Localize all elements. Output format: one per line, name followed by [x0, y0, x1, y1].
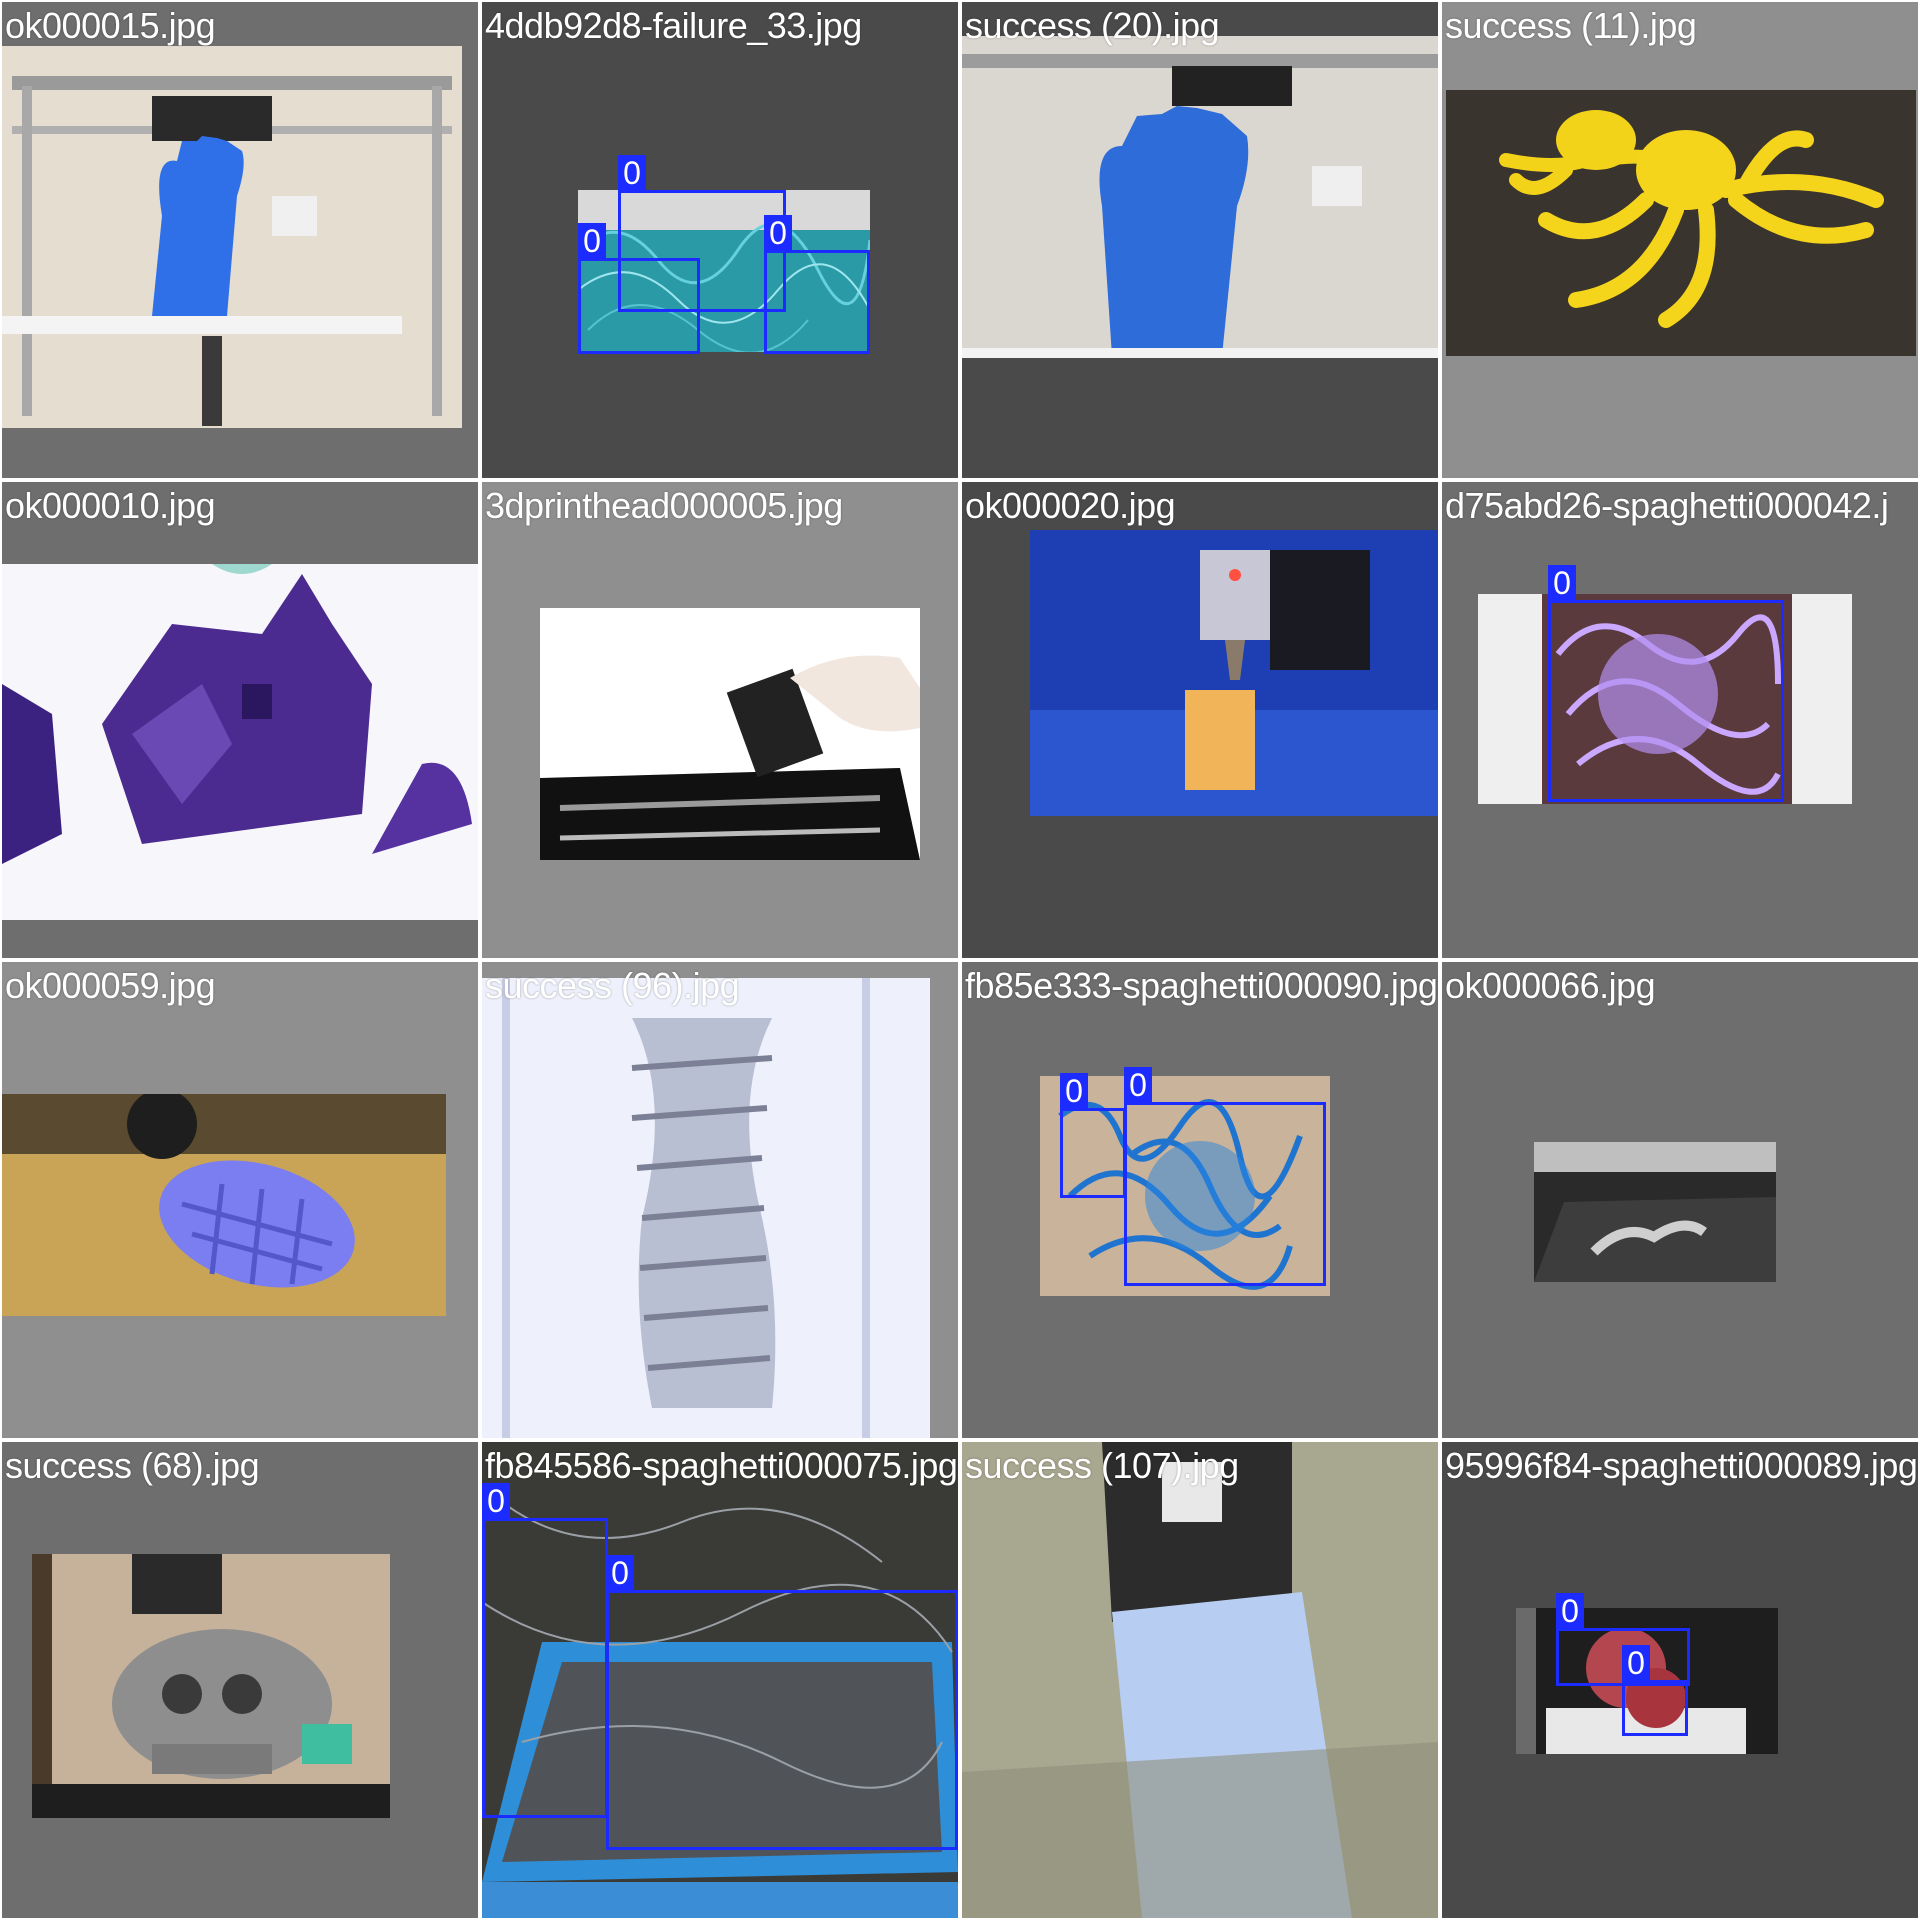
box-class-tag: 0	[1548, 565, 1576, 601]
box-class-tag: 0	[618, 155, 646, 191]
tile-label: 95996f84-spaghetti000089.jpg	[1445, 1445, 1918, 1486]
tile-success-20[interactable]: success (20).jpg	[962, 2, 1438, 478]
tile-success-68[interactable]: success (68).jpg	[2, 1442, 478, 1918]
detection-box: 0	[578, 223, 700, 354]
tile-spaghetti000075[interactable]: 0 0 fb845586-spaghetti000075.jpg	[482, 1442, 958, 1918]
tile-label: success (11).jpg	[1445, 5, 1697, 46]
detection-box: 0	[1060, 1073, 1126, 1198]
tile-label: ok000020.jpg	[965, 485, 1176, 526]
box-class-tag: 0	[1556, 1593, 1584, 1629]
photo-blurry-print	[962, 1442, 1438, 1918]
photo-blue-hand-closeup	[962, 36, 1438, 358]
tile-label: 4ddb92d8-failure_33.jpg	[485, 5, 862, 46]
tile-label: fb845586-spaghetti000075.jpg	[485, 1445, 958, 1486]
tile-label: success (68).jpg	[5, 1445, 260, 1486]
tile-spaghetti000042[interactable]: 0 d75abd26-spaghetti000042.j	[1442, 482, 1918, 958]
tile-ok000010[interactable]: ok000010.jpg	[2, 482, 478, 958]
tile-label: ok000015.jpg	[5, 5, 216, 46]
tile-spaghetti000089[interactable]: 0 0 95996f84-spaghetti000089.jpg	[1442, 1442, 1918, 1918]
tile-label: success (96).jpg	[485, 965, 740, 1006]
image-grid: ok000015.jpg 0 0 0 4ddb92d8-failure_33.j…	[0, 0, 1920, 1920]
tile-label: ok000066.jpg	[1445, 965, 1656, 1006]
detection-box: 0	[1622, 1645, 1688, 1736]
tile-spaghetti000090[interactable]: 0 0 fb85e333-spaghetti000090.jpg	[962, 962, 1438, 1438]
box-class-tag: 0	[1622, 1645, 1650, 1681]
tile-label: success (107).jpg	[965, 1445, 1239, 1486]
tile-label: 3dprinthead000005.jpg	[485, 485, 843, 526]
box-class-tag: 0	[578, 223, 606, 259]
photo-yellow-octopus	[1446, 90, 1916, 356]
detection-box: 0	[606, 1555, 958, 1850]
photo-blue-hand-printer	[2, 46, 462, 428]
box-class-tag: 0	[764, 215, 792, 251]
photo-purple-bulbasaur	[2, 564, 478, 920]
detection-box: 0	[1548, 565, 1784, 802]
detection-box: 0	[482, 1483, 608, 1818]
photo-twisted-vase	[482, 978, 930, 1438]
tile-label: fb85e333-spaghetti000090.jpg	[965, 965, 1438, 1006]
tile-ok000066[interactable]: ok000066.jpg	[1442, 962, 1918, 1438]
detection-box: 0	[764, 215, 870, 354]
tile-label: ok000010.jpg	[5, 485, 216, 526]
photo-blue-lit-nozzle	[1030, 530, 1438, 816]
tile-success-96[interactable]: success (96).jpg	[482, 962, 958, 1438]
photo-grey-skull	[32, 1554, 390, 1818]
box-class-tag: 0	[606, 1555, 634, 1591]
tile-success-11[interactable]: success (11).jpg	[1442, 2, 1918, 478]
box-class-tag: 0	[482, 1483, 510, 1519]
box-class-tag: 0	[1124, 1067, 1152, 1103]
tile-3dprinthead[interactable]: 3dprinthead000005.jpg	[482, 482, 958, 958]
tile-ok000015[interactable]: ok000015.jpg	[2, 2, 478, 478]
tile-label: ok000059.jpg	[5, 965, 216, 1006]
box-class-tag: 0	[1060, 1073, 1088, 1109]
tile-failure-33[interactable]: 0 0 0 4ddb92d8-failure_33.jpg	[482, 2, 958, 478]
tile-success-107[interactable]: success (107).jpg	[962, 1442, 1438, 1918]
tile-label: d75abd26-spaghetti000042.j	[1445, 485, 1889, 526]
tile-ok000059[interactable]: ok000059.jpg	[2, 962, 478, 1438]
tile-ok000020[interactable]: ok000020.jpg	[962, 482, 1438, 958]
photo-purple-lattice	[2, 1094, 446, 1316]
photo-silver-print-bed	[1534, 1142, 1776, 1282]
photo-printhead-hand	[540, 608, 920, 860]
tile-label: success (20).jpg	[965, 5, 1220, 46]
detection-box: 0	[1124, 1067, 1326, 1286]
